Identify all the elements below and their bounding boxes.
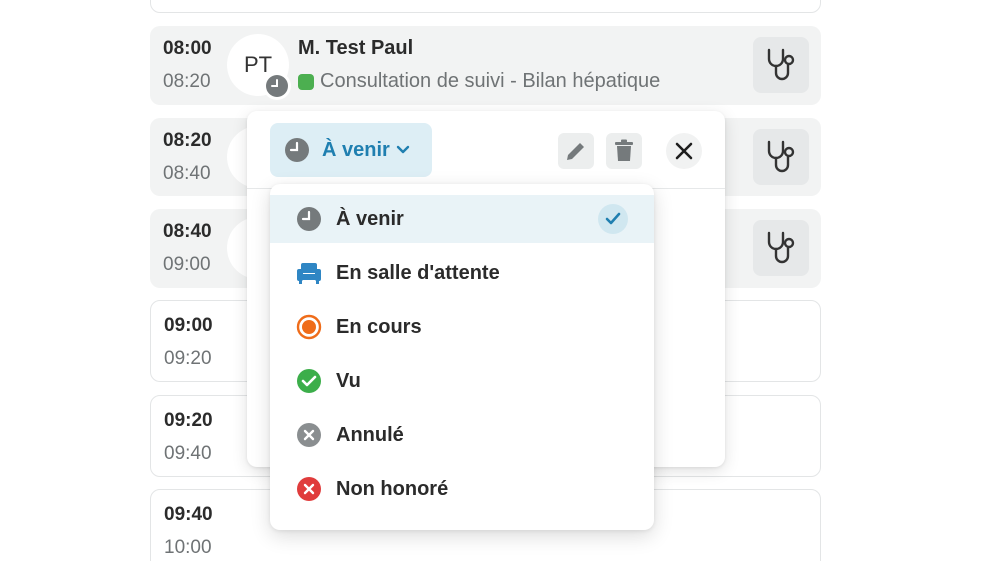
consultation-button[interactable] bbox=[753, 220, 809, 276]
status-option-upcoming[interactable]: À venir bbox=[270, 195, 654, 243]
consultation-button[interactable] bbox=[753, 129, 809, 185]
clock-icon bbox=[266, 75, 288, 97]
slot-end-time: 08:20 bbox=[163, 71, 211, 92]
appointment-type: Consultation de suivi - Bilan hépatique bbox=[298, 70, 660, 93]
patient-name[interactable]: M. Test Paul bbox=[298, 37, 413, 60]
status-option-label: À venir bbox=[336, 207, 404, 230]
checkmark-icon bbox=[598, 204, 628, 234]
clock-icon bbox=[285, 138, 309, 162]
slot-start-time: 09:20 bbox=[164, 410, 213, 431]
x-circle-icon bbox=[296, 476, 322, 502]
status-option-label: Non honoré bbox=[336, 477, 449, 500]
pencil-icon bbox=[567, 143, 584, 160]
status-option-label: En cours bbox=[336, 315, 422, 338]
status-option-waiting-room[interactable]: En salle d'attente bbox=[270, 249, 654, 297]
appointment-type-label: Consultation de suivi - Bilan hépatique bbox=[320, 70, 661, 92]
x-circle-icon bbox=[296, 422, 322, 448]
status-option-label: Vu bbox=[336, 369, 361, 392]
slot-start-time: 09:40 bbox=[164, 504, 213, 525]
stethoscope-icon bbox=[767, 231, 795, 264]
consultation-button[interactable] bbox=[753, 37, 809, 93]
status-option-label: Annulé bbox=[336, 423, 404, 446]
status-dropdown-menu: À venir En salle d'attente En cours Vu A… bbox=[270, 184, 654, 530]
in-progress-icon bbox=[296, 314, 322, 340]
slot-start-time: 08:40 bbox=[163, 221, 212, 242]
stethoscope-icon bbox=[767, 140, 795, 173]
slot-end-time: 10:00 bbox=[164, 537, 212, 558]
status-option-seen[interactable]: Vu bbox=[270, 357, 654, 405]
clock-icon bbox=[296, 206, 322, 232]
check-circle-icon bbox=[296, 368, 322, 394]
slot-partial-top[interactable] bbox=[150, 0, 821, 13]
slot-end-time: 08:40 bbox=[163, 163, 211, 184]
trash-icon bbox=[615, 139, 633, 161]
status-option-in-progress[interactable]: En cours bbox=[270, 303, 654, 351]
status-option-cancelled[interactable]: Annulé bbox=[270, 411, 654, 459]
status-option-no-show[interactable]: Non honoré bbox=[270, 465, 654, 513]
slot-start-time: 08:00 bbox=[163, 38, 212, 59]
status-badge bbox=[263, 72, 291, 100]
edit-button[interactable] bbox=[558, 133, 594, 169]
slot-end-time: 09:20 bbox=[164, 348, 212, 369]
slot-end-time: 09:40 bbox=[164, 443, 212, 464]
slot-start-time: 09:00 bbox=[164, 315, 213, 336]
stethoscope-icon bbox=[767, 48, 795, 81]
delete-button[interactable] bbox=[606, 133, 642, 169]
armchair-icon bbox=[296, 260, 322, 286]
close-icon bbox=[675, 142, 693, 160]
status-option-label: En salle d'attente bbox=[336, 261, 500, 284]
slot-start-time: 08:20 bbox=[163, 130, 212, 151]
slot-end-time: 09:00 bbox=[163, 254, 211, 275]
chevron-down-icon bbox=[396, 145, 410, 154]
appointment-type-color-dot bbox=[298, 73, 314, 90]
close-button[interactable] bbox=[666, 133, 702, 169]
status-dropdown-button[interactable]: À venir bbox=[270, 123, 432, 177]
status-dropdown-label: À venir bbox=[322, 138, 390, 161]
appointment-slot[interactable]: 08:00 08:20 PT M. Test Paul Consultation… bbox=[150, 26, 821, 105]
